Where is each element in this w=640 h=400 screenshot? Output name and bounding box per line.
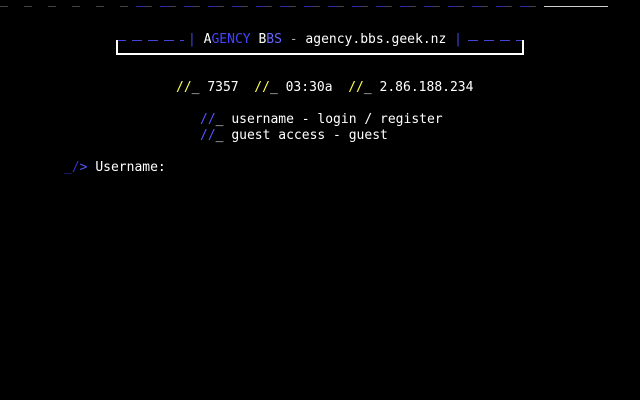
menu-item-guest-label: guest access - guest [231, 128, 388, 143]
menu-marker-2-underscore: _ [215, 128, 224, 143]
menu-item-guest: //_ guest access - guest [200, 128, 388, 144]
banner-right-bar: | [446, 32, 462, 47]
top-rule-solid-segment [544, 6, 608, 7]
prompt-marker: _/ [64, 160, 80, 175]
banner-separator: - [289, 32, 298, 47]
banner-title: | AGENCY BBS - agency.bbs.geek.nz | [184, 32, 466, 48]
status-line: //_ 7357 //_ 03:30a //_ 2.86.188.234 [176, 80, 473, 96]
menu-marker-2: // [200, 128, 216, 143]
status-marker-1: // [176, 80, 192, 95]
status-marker-3: // [348, 80, 364, 95]
banner-title-gency: GENCY [211, 32, 251, 47]
status-marker-2-underscore: _ [269, 80, 278, 95]
banner-host: agency.bbs.geek.nz [305, 32, 447, 47]
top-rule-blue-dashes [136, 6, 536, 7]
status-marker-3-underscore: _ [363, 80, 372, 95]
status-time: 03:30a [285, 80, 333, 95]
status-marker-2: // [254, 80, 270, 95]
banner-box: | AGENCY BBS - agency.bbs.geek.nz | [116, 32, 524, 55]
menu-marker-1: // [200, 112, 216, 127]
status-marker-1-underscore: _ [191, 80, 200, 95]
username-label: Username: [95, 160, 166, 175]
banner-left-bar: | [188, 32, 204, 47]
menu-marker-1-underscore: _ [215, 112, 224, 127]
banner-frame-left [116, 40, 118, 54]
banner-frame-right [522, 40, 524, 54]
node-count: 7357 [207, 80, 239, 95]
menu-item-login: //_ username - login / register [200, 112, 443, 128]
status-ip: 2.86.188.234 [379, 80, 474, 95]
top-decorative-rule [0, 6, 608, 7]
banner-frame-bottom [116, 53, 524, 55]
prompt-marker-accent: > [79, 160, 88, 175]
banner-title-bs: BS [266, 32, 282, 47]
menu-item-login-label: username - login / register [231, 112, 443, 127]
username-prompt[interactable]: _/> Username: [64, 160, 174, 176]
